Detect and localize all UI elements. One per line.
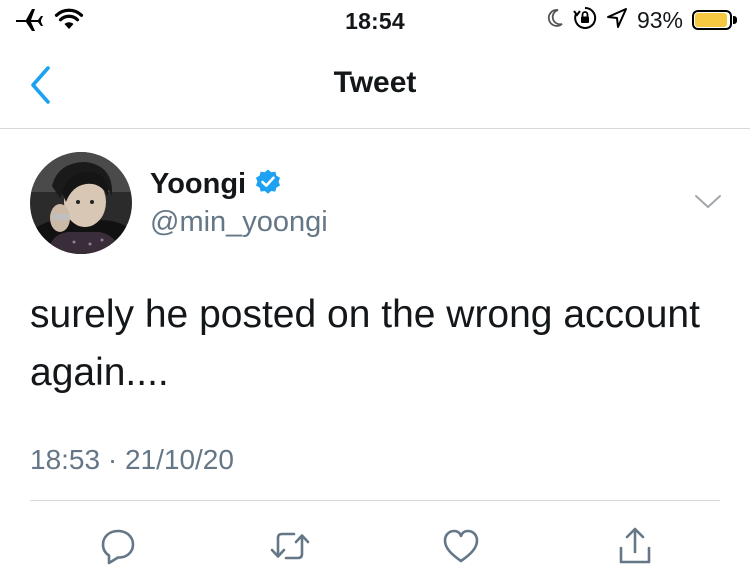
more-options-button[interactable] xyxy=(692,190,724,214)
reply-button[interactable] xyxy=(94,522,142,570)
battery-icon xyxy=(692,9,738,32)
author-name: Yoongi xyxy=(150,168,247,200)
page-title: Tweet xyxy=(333,66,417,99)
location-arrow-icon xyxy=(606,7,628,34)
chevron-down-icon xyxy=(695,195,721,208)
like-button[interactable] xyxy=(437,522,485,570)
divider xyxy=(30,500,720,501)
status-bar: 18:54 93% xyxy=(0,0,750,42)
action-bar xyxy=(0,522,750,570)
author-handle[interactable]: @min_yoongi xyxy=(150,206,328,239)
moon-icon xyxy=(546,8,564,33)
share-icon xyxy=(619,527,651,564)
heart-icon xyxy=(443,529,479,563)
orientation-lock-icon xyxy=(573,6,597,35)
nav-bar: Tweet xyxy=(0,42,750,129)
verified-badge-icon xyxy=(254,168,282,201)
share-button[interactable] xyxy=(611,522,659,570)
retweet-button[interactable] xyxy=(266,522,314,570)
retweet-icon xyxy=(270,532,310,560)
tweet-timestamp: 18:53 · 21/10/20 xyxy=(30,444,234,475)
tweet-text: surely he posted on the wrong account ag… xyxy=(30,293,700,394)
status-right-icons: 93% xyxy=(546,6,738,35)
battery-percent: 93% xyxy=(636,7,683,33)
author-name-row[interactable]: Yoongi xyxy=(150,168,282,201)
reply-icon xyxy=(101,529,135,565)
avatar[interactable] xyxy=(30,152,132,254)
